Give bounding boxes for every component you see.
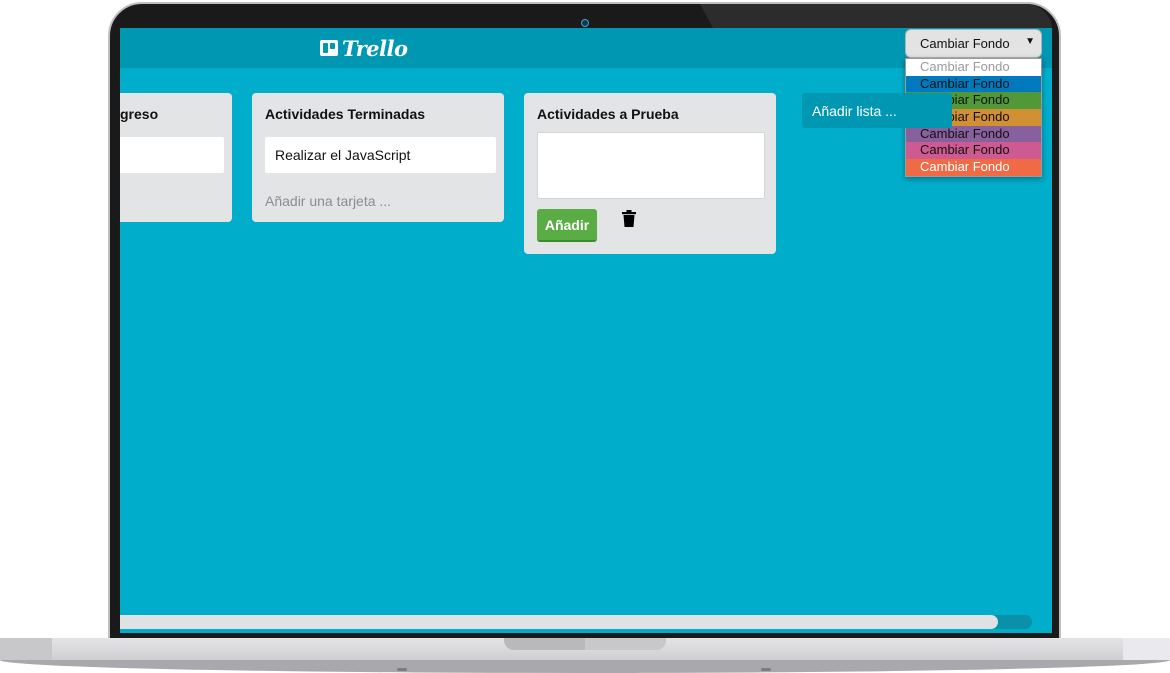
bezel-glare xyxy=(700,4,1052,30)
background-option[interactable]: Cambiar Fondo xyxy=(906,125,1041,143)
top-bar: Trello Cambiar Fondo ▼ Cambiar Fondo Camb… xyxy=(120,28,1052,177)
list-en-progreso: greso xyxy=(120,93,232,222)
background-option[interactable]: Cambiar Fondo xyxy=(906,159,1041,176)
dropdown-arrow-icon: ▼ xyxy=(1025,36,1035,47)
logo-text: Trello xyxy=(342,35,408,61)
background-option[interactable]: Cambiar Fondo xyxy=(906,75,1041,93)
list-title: greso xyxy=(120,106,159,122)
camera-dot xyxy=(581,19,589,27)
laptop-base-left xyxy=(0,638,52,660)
background-select-value: Cambiar Fondo xyxy=(920,36,1010,51)
background-option[interactable]: Cambiar Fondo xyxy=(906,142,1041,160)
background-option[interactable]: Cambiar Fondo xyxy=(906,59,1041,76)
new-card-textarea[interactable] xyxy=(537,132,765,199)
laptop-base-right xyxy=(1123,638,1170,660)
horizontal-scrollbar-thumb[interactable] xyxy=(120,615,998,629)
trello-board-icon xyxy=(320,40,338,56)
list-title: Actividades a Prueba xyxy=(537,106,679,122)
laptop-foot xyxy=(761,668,771,671)
laptop-foot xyxy=(397,668,407,671)
trello-logo[interactable]: Trello xyxy=(320,34,408,62)
list-actividades-terminadas: Actividades Terminadas Realizar el JavaS… xyxy=(252,93,504,222)
card-text: Realizar el JavaScript xyxy=(275,147,411,163)
background-select[interactable]: Cambiar Fondo ▼ xyxy=(905,29,1042,58)
add-card-link[interactable]: Añadir una tarjeta ... xyxy=(265,193,391,209)
trash-icon[interactable] xyxy=(622,210,636,227)
list-title: Actividades Terminadas xyxy=(265,106,426,122)
list-actividades-a-prueba: Actividades a Prueba Añadir xyxy=(524,93,776,254)
list-card[interactable] xyxy=(120,137,224,173)
list-card[interactable]: Realizar el JavaScript xyxy=(265,137,496,173)
add-card-button[interactable]: Añadir xyxy=(537,209,597,242)
laptop-base-bottom xyxy=(0,660,1170,673)
laptop-frame: Trello Cambiar Fondo ▼ Cambiar Fondo Camb… xyxy=(0,0,1170,673)
laptop-notch-highlight xyxy=(585,638,666,650)
trello-board: Trello Cambiar Fondo ▼ Cambiar Fondo Camb… xyxy=(120,28,1052,633)
add-list-button[interactable]: Añadir lista ... xyxy=(802,93,952,128)
